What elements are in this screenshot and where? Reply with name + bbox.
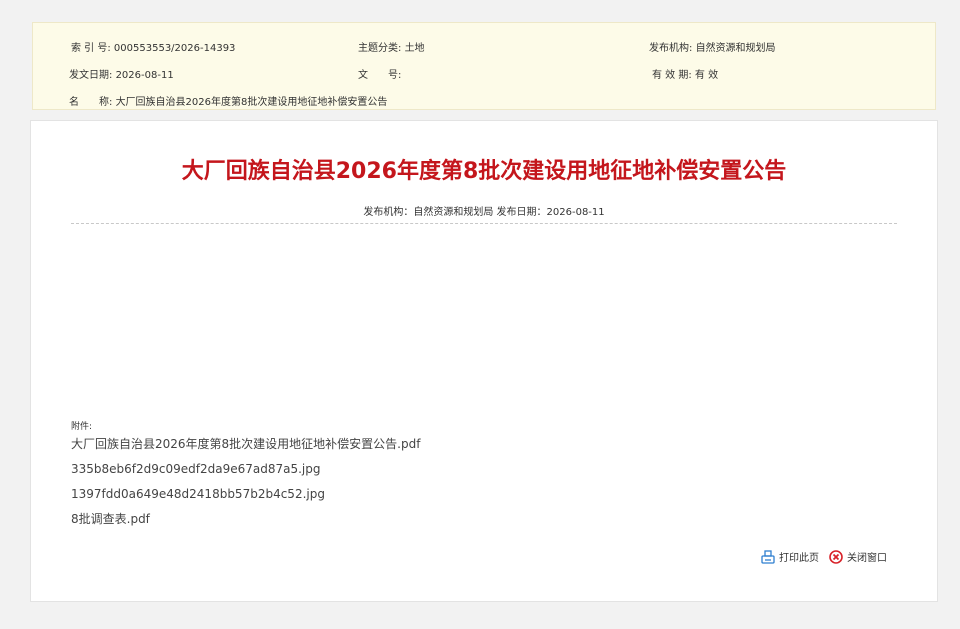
attachment-link[interactable]: 大厂回族自治县2026年度第8批次建设用地征地补偿安置公告.pdf xyxy=(71,436,420,461)
meta-index-value: 000553553/2026-14393 xyxy=(113,43,236,54)
attachments-label: 附件: xyxy=(71,422,93,432)
meta-docno-label: 文 号: xyxy=(358,70,402,81)
meta-validity: 有 效 期: 有 效 xyxy=(652,66,718,81)
attachments-list: 大厂回族自治县2026年度第8批次建设用地征地补偿安置公告.pdf 335b8e… xyxy=(71,436,420,536)
meta-topic: 主题分类: 土地 xyxy=(358,39,425,54)
close-circle-icon xyxy=(829,549,843,564)
title-divider xyxy=(71,223,897,224)
meta-issuer-value: 自然资源和规划局 xyxy=(695,43,776,54)
meta-name: 名 称: 大厂回族自治县2026年度第8批次建设用地征地补偿安置公告 xyxy=(69,93,387,108)
meta-index-label: 索 引 号: xyxy=(71,43,111,54)
printer-icon xyxy=(761,549,775,564)
meta-name-label: 名 称: xyxy=(69,97,113,108)
meta-name-value: 大厂回族自治县2026年度第8批次建设用地征地补偿安置公告 xyxy=(115,97,388,108)
close-window-label: 关闭窗口 xyxy=(847,553,887,564)
article-panel: 大厂回族自治县2026年度第8批次建设用地征地补偿安置公告 发布机构：自然资源和… xyxy=(30,120,938,602)
meta-issuer: 发布机构: 自然资源和规划局 xyxy=(649,39,776,54)
meta-index: 索 引 号: 000553553/2026-14393 xyxy=(71,39,235,54)
close-window-button[interactable]: 关闭窗口 xyxy=(829,549,887,564)
attachment-link[interactable]: 335b8eb6f2d9c09edf2da9e67ad87a5.jpg xyxy=(71,461,420,486)
meta-date-label: 发文日期: xyxy=(69,70,113,81)
print-page-button[interactable]: 打印此页 xyxy=(761,549,819,564)
page-actions: 打印此页 关闭窗口 xyxy=(761,549,887,564)
article-title: 大厂回族自治县2026年度第8批次建设用地征地补偿安置公告 xyxy=(181,159,787,184)
document-meta-panel: 索 引 号: 000553553/2026-14393 主题分类: 土地 发布机… xyxy=(32,22,936,110)
meta-docno: 文 号: xyxy=(358,66,401,81)
article-pub-info: 发布机构：自然资源和规划局 发布日期：2026-08-11 xyxy=(363,207,605,218)
meta-topic-value: 土地 xyxy=(404,43,425,54)
meta-issuer-label: 发布机构: xyxy=(649,43,693,54)
print-page-label: 打印此页 xyxy=(779,553,819,564)
meta-date-value: 2026-08-11 xyxy=(115,70,174,81)
meta-validity-label: 有 效 期: xyxy=(652,70,692,81)
attachment-link[interactable]: 8批调查表.pdf xyxy=(71,511,420,536)
attachment-link[interactable]: 1397fdd0a649e48d2418bb57b2b4c52.jpg xyxy=(71,486,420,511)
meta-topic-label: 主题分类: xyxy=(358,43,402,54)
meta-validity-value: 有 效 xyxy=(694,70,719,81)
meta-date: 发文日期: 2026-08-11 xyxy=(69,66,174,81)
